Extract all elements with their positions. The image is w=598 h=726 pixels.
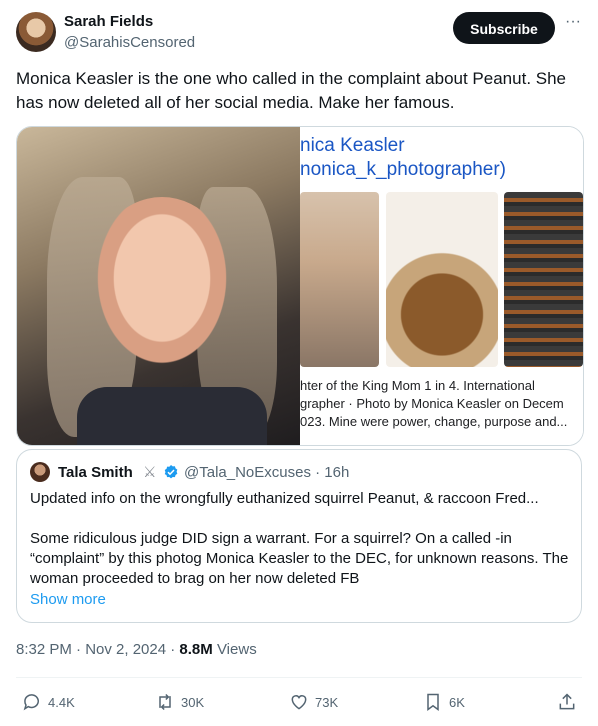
reply-button[interactable]: 4.4K bbox=[22, 690, 75, 714]
profile-screenshot: nica Keasler nonica_k_photographer) hter… bbox=[300, 127, 583, 445]
quote-paragraph: Some ridiculous judge DID sign a warrant… bbox=[30, 530, 569, 587]
tweet: Sarah Fields @SarahisCensored Subscribe … bbox=[0, 0, 598, 726]
profile-handle: nonica_k_photographer) bbox=[300, 159, 506, 180]
share-icon bbox=[559, 693, 575, 710]
heart-icon bbox=[291, 695, 307, 710]
media-attachment[interactable]: nica Keasler nonica_k_photographer) hter… bbox=[16, 126, 584, 446]
divider bbox=[16, 677, 582, 678]
quote-author-name: Tala Smith bbox=[58, 464, 133, 481]
profile-name: nica Keasler bbox=[300, 135, 405, 156]
bookmark-button[interactable]: 6K bbox=[423, 690, 465, 714]
reply-count: 4.4K bbox=[48, 694, 75, 710]
views-count: 8.8M bbox=[179, 641, 213, 658]
crossed-swords-emoji: ⚔ bbox=[143, 464, 157, 481]
repost-icon bbox=[159, 693, 171, 711]
thumbnail-plant bbox=[386, 192, 498, 367]
desc-line: grapher · Photo by Monica Keasler on Dec… bbox=[300, 396, 564, 411]
photo-shirt bbox=[77, 387, 267, 445]
tweet-meta: 8:32 PM · Nov 2, 2024 · 8.8M Views bbox=[16, 641, 257, 658]
quote-text: Updated info on the wrongfully euthanize… bbox=[30, 489, 570, 609]
desc-line: hter of the King Mom 1 in 4. Internation… bbox=[300, 378, 535, 393]
timestamp[interactable]: 8:32 PM · Nov 2, 2024 · bbox=[16, 641, 179, 658]
action-bar: 4.4K 30K 73K 6K bbox=[0, 690, 598, 716]
quote-handle-time: @Tala_NoExcuses · 16h bbox=[184, 464, 350, 481]
more-options-icon[interactable]: ··· bbox=[563, 14, 583, 34]
subscribe-button[interactable]: Subscribe bbox=[453, 12, 555, 44]
quote-paragraph: Updated info on the wrongfully euthanize… bbox=[30, 490, 539, 507]
photo-woman bbox=[17, 127, 300, 445]
thumbnail-jar bbox=[504, 192, 583, 367]
repost-count: 30K bbox=[181, 694, 205, 710]
author-handle[interactable]: @SarahisCensored bbox=[64, 34, 195, 51]
bookmark-count: 6K bbox=[449, 694, 465, 710]
verified-badge-icon bbox=[164, 465, 178, 479]
share-button[interactable] bbox=[557, 690, 583, 714]
bookmark-icon bbox=[427, 693, 439, 711]
profile-description: hter of the King Mom 1 in 4. Internation… bbox=[300, 377, 583, 431]
repost-button[interactable]: 30K bbox=[155, 690, 204, 714]
tweet-text: Monica Keasler is the one who called in … bbox=[16, 69, 567, 112]
photo-face bbox=[87, 197, 237, 377]
desc-line: 023. Mine were power, change, purpose an… bbox=[300, 414, 568, 429]
quote-avatar bbox=[30, 462, 50, 482]
avatar[interactable] bbox=[16, 12, 56, 52]
views-label: Views bbox=[212, 641, 257, 658]
thumbnail-portrait bbox=[300, 192, 379, 367]
quoted-tweet[interactable]: Tala Smith ⚔ @Tala_NoExcuses · 16h Updat… bbox=[16, 449, 582, 623]
author-name[interactable]: Sarah Fields bbox=[64, 13, 153, 30]
like-count: 73K bbox=[315, 694, 339, 710]
reply-icon bbox=[23, 694, 39, 711]
show-more-link[interactable]: Show more bbox=[30, 591, 106, 608]
like-button[interactable]: 73K bbox=[289, 690, 338, 714]
